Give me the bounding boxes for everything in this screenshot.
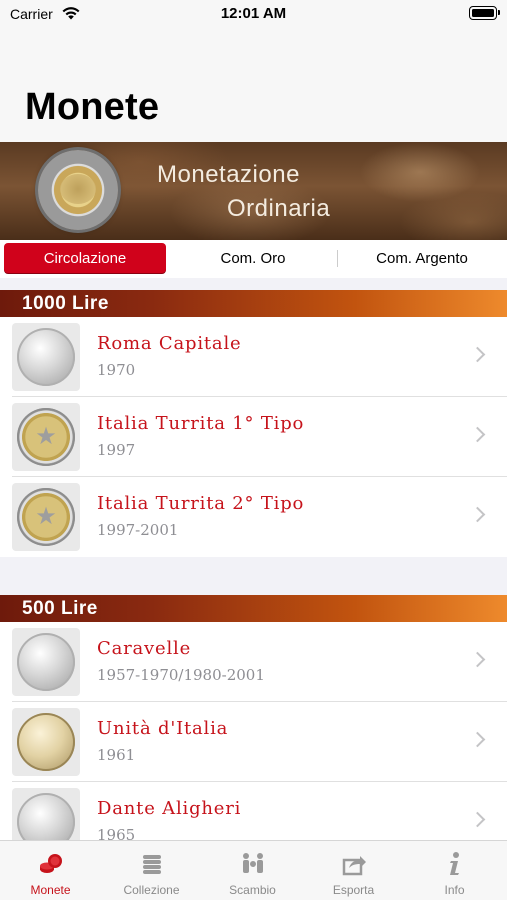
coin-image: [17, 328, 75, 386]
item-title: Caravelle: [97, 638, 192, 659]
tab-label: Collezione: [123, 883, 180, 897]
tab-label: Scambio: [229, 883, 276, 897]
item-title: Dante Aligheri: [97, 798, 242, 819]
item-title: Italia Turrita 2° Tipo: [97, 493, 305, 514]
segment-com-argento[interactable]: Com. Argento: [339, 243, 505, 273]
list-item[interactable]: Roma Capitale 1970: [0, 317, 507, 397]
banner-title-line2: Ordinaria: [227, 195, 331, 222]
item-years: 1997: [97, 441, 136, 459]
item-title: Italia Turrita 1° Tipo: [97, 413, 305, 434]
coin-thumbnail: [12, 708, 80, 776]
section-header-1000-lire: 1000 Lire: [0, 290, 507, 317]
chevron-right-icon: [469, 731, 486, 748]
coin-thumbnail: ★: [12, 483, 80, 551]
chevron-right-icon: [469, 651, 486, 668]
chevron-right-icon: [469, 506, 486, 523]
coin-image: ★: [17, 408, 75, 466]
banner-title-line1: Monetazione: [157, 161, 300, 188]
segmented-control: Circolazione Com. Oro Com. Argento: [0, 240, 507, 278]
star-icon: ★: [35, 503, 57, 530]
tab-label: Monete: [30, 883, 71, 897]
clock: 12:01 AM: [220, 5, 287, 22]
coin-thumbnail: ★: [12, 403, 80, 471]
coin-thumbnail: [12, 628, 80, 696]
list-item[interactable]: ★ Italia Turrita 1° Tipo 1997: [0, 397, 507, 477]
coin-thumbnail: [12, 788, 80, 840]
item-years: 1965: [97, 826, 136, 840]
chevron-right-icon: [469, 811, 486, 828]
exchange-people-icon: [243, 853, 263, 873]
item-years: 1957-1970/1980-2001: [97, 666, 265, 684]
coin-image: [17, 633, 75, 691]
section-gap: [0, 557, 507, 595]
list-item[interactable]: Unità d'Italia 1961: [0, 702, 507, 782]
section-header-500-lire: 500 Lire: [0, 595, 507, 622]
coin-stack-icon: [143, 855, 161, 874]
item-title: Unità d'Italia: [97, 718, 229, 739]
list-item[interactable]: ★ Italia Turrita 2° Tipo 1997-2001: [0, 477, 507, 557]
item-years: 1997-2001: [97, 521, 179, 539]
page-title: Monete: [25, 86, 160, 128]
battery-icon: [469, 6, 500, 20]
tab-scambio[interactable]: Scambio: [202, 841, 303, 900]
segment-com-oro[interactable]: Com. Oro: [170, 243, 336, 273]
tab-bar: Monete Collezione Scambio Esporta Info: [0, 840, 507, 900]
coin-image: [17, 713, 75, 771]
list-item[interactable]: Caravelle 1957-1970/1980-2001: [0, 622, 507, 702]
chevron-right-icon: [469, 346, 486, 363]
tab-esporta[interactable]: Esporta: [303, 841, 404, 900]
tab-collezione[interactable]: Collezione: [101, 841, 202, 900]
coin-thumbnail: [12, 323, 80, 391]
star-icon: ★: [35, 423, 57, 450]
item-years: 1970: [97, 361, 136, 379]
info-icon: [450, 852, 459, 875]
chevron-right-icon: [469, 426, 486, 443]
header-banner: Monetazione Ordinaria: [0, 142, 507, 240]
banner-coin-image: [38, 150, 118, 230]
navigation-bar: Monete: [0, 30, 507, 142]
segment-divider: [337, 250, 338, 267]
tab-label: Info: [444, 883, 465, 897]
tab-monete[interactable]: Monete: [0, 841, 101, 900]
status-bar: Carrier 12:01 AM: [0, 0, 507, 30]
tab-label: Esporta: [332, 883, 375, 897]
item-title: Roma Capitale: [97, 333, 242, 354]
coin-image: ★: [17, 488, 75, 546]
item-years: 1961: [97, 746, 136, 764]
coins-icon: [40, 854, 62, 873]
share-icon: [342, 856, 366, 876]
segment-circolazione[interactable]: Circolazione: [4, 243, 166, 273]
tab-info[interactable]: Info: [404, 841, 505, 900]
list-item[interactable]: Dante Aligheri 1965: [0, 782, 507, 840]
coin-image: [17, 793, 75, 840]
